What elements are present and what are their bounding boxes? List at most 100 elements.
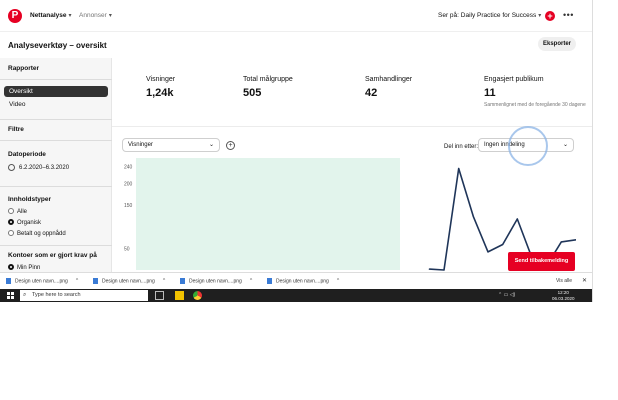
- task-view-icon[interactable]: [155, 291, 164, 300]
- taskbar: ⌕ Type here to search ⌃ ▭ ◁) 12:20 06.03…: [0, 289, 592, 302]
- chevron-up-icon: ^: [336, 278, 340, 285]
- content-type-label: Betalt og oppnådd: [17, 231, 66, 237]
- sidebar: Rapporter Oversikt Video Filtre Datoperi…: [0, 58, 112, 289]
- chevron-down-icon: ▾: [68, 13, 72, 19]
- ads-menu-label: Annonser: [79, 12, 107, 19]
- taskbar-search-placeholder: Type here to search: [32, 292, 81, 298]
- claimed-account-option[interactable]: Min Pinn: [8, 264, 40, 272]
- chevron-up-icon: ^: [249, 278, 253, 285]
- metric-engaged-audience: Engasjert publikum 11 Sammenlignet med d…: [484, 76, 586, 108]
- export-button[interactable]: Eksporter: [538, 37, 576, 51]
- window-edge: [592, 0, 618, 302]
- chevron-down-icon: ⌄: [208, 142, 214, 148]
- search-icon: ⌕: [23, 292, 27, 298]
- download-item[interactable]: Design uten navn....png ^: [180, 278, 252, 284]
- data-point: [487, 251, 489, 253]
- account-switcher[interactable]: Ser på: Daily Practice for Success ▾: [438, 12, 541, 19]
- image-file-icon: [6, 278, 11, 284]
- metric-impressions: Visninger 1,24k: [146, 76, 175, 99]
- divider: [0, 119, 112, 120]
- browser-window: P Nettanalyse ▾ Annonser ▾ Ser på: Daily P…: [0, 0, 592, 289]
- date-range-heading: Datoperiode: [8, 151, 46, 158]
- account-prefix: Ser på:: [438, 12, 459, 19]
- image-file-icon: [267, 278, 272, 284]
- y-tick-label: 150: [124, 203, 133, 209]
- download-filename: Design uten navn....png: [189, 278, 242, 285]
- chevron-up-icon: ^: [162, 278, 166, 285]
- download-item[interactable]: Design uten navn....png ^: [267, 278, 339, 284]
- clock-icon: [8, 164, 15, 171]
- split-by-label: Del inn etter:: [444, 144, 479, 150]
- ads-menu[interactable]: Annonser ▾: [79, 12, 112, 19]
- content-type-all[interactable]: Alle: [8, 208, 27, 216]
- chevron-down-icon: ▾: [108, 13, 112, 19]
- image-file-icon: [93, 278, 98, 284]
- taskbar-clock[interactable]: 12:20 06.03.2020: [552, 290, 575, 301]
- page-header: Analyseverktøy – oversikt Eksporter: [0, 32, 592, 58]
- download-filename: Design uten navn....png: [102, 278, 155, 285]
- close-icon[interactable]: ✕: [582, 277, 587, 284]
- download-item[interactable]: Design uten navn....png ^: [93, 278, 165, 284]
- content-type-organic[interactable]: Organisk: [8, 219, 41, 227]
- metric-comparison-note: Sammenlignet med de foregående 30 dagene: [484, 102, 586, 108]
- show-all-downloads-link[interactable]: Vis alle: [556, 278, 572, 284]
- analytics-menu[interactable]: Nettanalyse ▾: [30, 12, 72, 19]
- date-range-value: 6.2.2020–6.3.2020: [19, 165, 70, 172]
- metric-engagements: Samhandlinger 42: [365, 76, 412, 99]
- clock-date: 06.03.2020: [552, 295, 575, 301]
- taskbar-search-input[interactable]: ⌕ Type here to search: [20, 290, 148, 301]
- analytics-menu-label: Nettanalyse: [30, 12, 67, 19]
- metric-value: 11: [484, 87, 496, 99]
- y-tick-label: 240: [124, 164, 133, 170]
- data-point: [472, 215, 474, 218]
- divider: [0, 140, 112, 141]
- send-feedback-button[interactable]: Send tilbakemelding: [508, 252, 575, 271]
- metric-value: 42: [365, 87, 378, 99]
- divider: [0, 79, 112, 80]
- chevron-down-icon: ▾: [538, 13, 542, 19]
- metric-value: 505: [243, 87, 262, 99]
- create-plus-icon[interactable]: +: [545, 11, 555, 21]
- system-tray-icons[interactable]: ⌃ ▭ ◁): [498, 292, 515, 298]
- data-point: [560, 241, 562, 243]
- download-item[interactable]: Design uten navn....png ^: [6, 278, 78, 284]
- divider: [0, 186, 112, 187]
- more-options-icon[interactable]: • • •: [563, 10, 574, 20]
- metric-value: 1,24k: [146, 87, 174, 99]
- metric-select-value: Visninger: [128, 142, 153, 148]
- date-range-picker[interactable]: 6.2.2020–6.3.2020: [8, 164, 69, 171]
- download-filename: Design uten navn....png: [276, 278, 329, 285]
- account-name: Daily Practice for Success: [460, 12, 537, 19]
- chart-shaded-region: [136, 158, 400, 270]
- y-tick-label: 200: [124, 182, 133, 188]
- chevron-down-icon: ⌄: [562, 142, 568, 148]
- claimed-account-label: Min Pinn: [17, 265, 41, 271]
- reports-heading: Rapporter: [8, 65, 40, 72]
- data-point: [458, 167, 460, 170]
- radio-icon: [8, 230, 14, 237]
- chrome-icon[interactable]: [193, 291, 202, 300]
- file-explorer-icon[interactable]: [175, 291, 184, 300]
- data-point: [516, 218, 518, 220]
- add-metric-icon[interactable]: +: [226, 141, 235, 150]
- data-point: [428, 268, 430, 270]
- metric-select[interactable]: Visninger ⌄: [122, 138, 220, 152]
- filters-heading: Filtre: [8, 126, 24, 133]
- metric-label: Engasjert publikum: [484, 76, 544, 83]
- windows-start-icon[interactable]: [7, 292, 14, 299]
- sidebar-item-overview[interactable]: Oversikt: [4, 86, 108, 97]
- top-bar: P Nettanalyse ▾ Annonser ▾ Ser på: Daily P…: [0, 0, 592, 32]
- data-point: [502, 243, 504, 246]
- pinterest-logo-icon[interactable]: P: [8, 9, 22, 23]
- radio-selected-icon: [8, 219, 14, 226]
- image-file-icon: [180, 278, 185, 284]
- content-types-heading: Innholdstyper: [8, 196, 51, 203]
- content-type-label: Organisk: [17, 220, 42, 226]
- claimed-accounts-heading: Kontoer som er gjort krav på: [8, 252, 97, 259]
- metric-label: Samhandlinger: [365, 76, 413, 83]
- content-type-paid[interactable]: Betalt og oppnådd: [8, 230, 66, 238]
- sidebar-item-video[interactable]: Video: [4, 99, 108, 110]
- y-tick-label: 50: [124, 246, 130, 252]
- radio-icon: [8, 208, 14, 215]
- data-point: [443, 269, 445, 271]
